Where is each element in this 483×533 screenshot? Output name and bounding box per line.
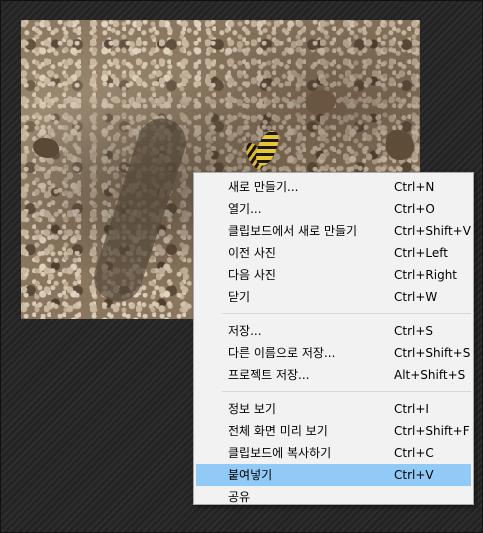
menu-item-shortcut: Ctrl+Shift+V [394, 224, 471, 238]
photo-rock [386, 130, 414, 160]
menu-item-label: 열기... [228, 202, 262, 216]
menu-item-label: 프로젝트 저장... [228, 368, 310, 382]
menu-item-save-as[interactable]: 다른 이름으로 저장... Ctrl+Shift+S [196, 342, 471, 364]
menu-item-fullscreen-preview[interactable]: 전체 화면 미리 보기 Ctrl+Shift+F [196, 420, 471, 442]
menu-item-label: 정보 보기 [228, 402, 276, 416]
menu-item-shortcut: Ctrl+C [394, 446, 434, 460]
menu-item-label: 다음 사진 [228, 268, 276, 282]
menu-item-shortcut: Ctrl+Shift+F [394, 424, 470, 438]
menu-item-label: 공유 [228, 490, 251, 504]
menu-item-shortcut: Ctrl+Shift+S [394, 346, 471, 360]
menu-item-label: 클립보드에 복사하기 [228, 446, 332, 460]
menu-item-shortcut: Ctrl+Right [394, 268, 458, 282]
context-menu: 새로 만들기... Ctrl+N 열기... Ctrl+O 클립보드에서 새로 … [193, 172, 474, 505]
menu-item-shortcut: Ctrl+N [394, 180, 435, 194]
menu-item-label: 이전 사진 [228, 246, 276, 260]
butterfly-wing [252, 128, 282, 168]
menu-item-shortcut: Ctrl+S [394, 324, 434, 338]
menu-item-copy-to-clipboard[interactable]: 클립보드에 복사하기 Ctrl+C [196, 442, 471, 464]
menu-item-save[interactable]: 저장... Ctrl+S [196, 320, 471, 342]
menu-item-new[interactable]: 새로 만들기... Ctrl+N [196, 176, 471, 198]
menu-item-info[interactable]: 정보 보기 Ctrl+I [196, 398, 471, 420]
menu-item-shortcut: Ctrl+W [394, 290, 438, 304]
menu-item-share[interactable]: 공유 [196, 486, 471, 508]
menu-item-shortcut: Ctrl+V [394, 468, 434, 482]
menu-item-new-from-clipboard[interactable]: 클립보드에서 새로 만들기 Ctrl+Shift+V [196, 220, 471, 242]
menu-item-label: 전체 화면 미리 보기 [228, 424, 328, 438]
butterfly [242, 128, 282, 176]
menu-separator [222, 313, 471, 314]
menu-item-shortcut: Alt+Shift+S [394, 368, 466, 382]
menu-item-open[interactable]: 열기... Ctrl+O [196, 198, 471, 220]
menu-item-shortcut: Ctrl+Left [394, 246, 448, 260]
menu-item-shortcut: Ctrl+I [394, 402, 429, 416]
menu-item-label: 클립보드에서 새로 만들기 [228, 224, 358, 238]
menu-item-label: 닫기 [228, 290, 251, 304]
menu-item-label: 붙여넣기 [228, 468, 273, 482]
menu-item-label: 저장... [228, 324, 262, 338]
menu-item-next-photo[interactable]: 다음 사진 Ctrl+Right [196, 264, 471, 286]
menu-item-label: 새로 만들기... [228, 180, 299, 194]
menu-item-previous-photo[interactable]: 이전 사진 Ctrl+Left [196, 242, 471, 264]
menu-item-close[interactable]: 닫기 Ctrl+W [196, 286, 471, 308]
menu-separator [222, 391, 471, 392]
menu-item-paste[interactable]: 붙여넣기 Ctrl+V [196, 464, 471, 486]
menu-item-label: 다른 이름으로 저장... [228, 346, 336, 360]
photo-rock [33, 138, 59, 158]
menu-item-save-project[interactable]: 프로젝트 저장... Alt+Shift+S [196, 364, 471, 386]
menu-item-shortcut: Ctrl+O [394, 202, 435, 216]
